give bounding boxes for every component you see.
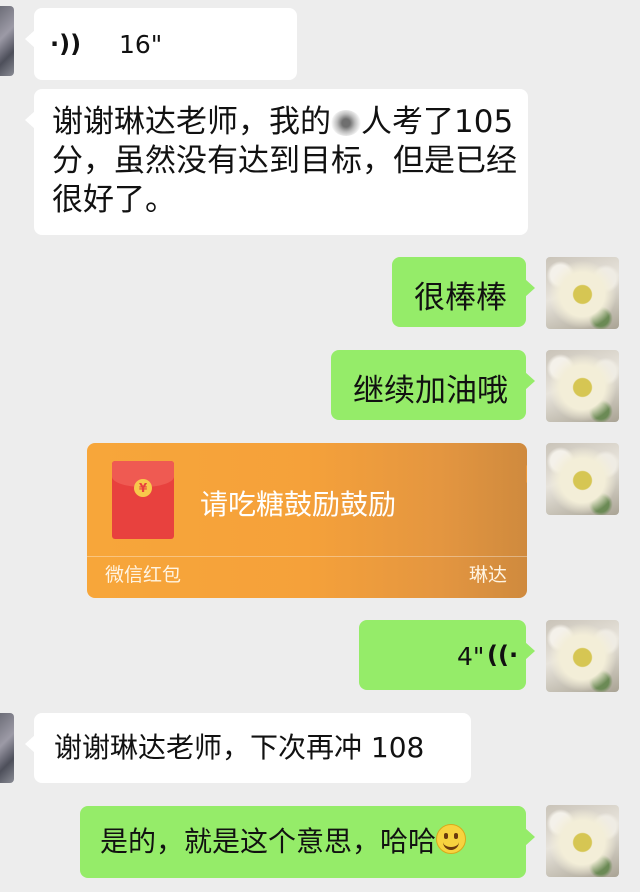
message-line: 很好了。 [52, 182, 176, 218]
contact-avatar[interactable] [0, 713, 14, 783]
message-text: 继续加油哦 [353, 373, 508, 409]
red-packet-card[interactable]: ¥ 请吃糖鼓励鼓励 微信红包 琳达 [87, 443, 527, 598]
voice-message-bubble[interactable]: ·)) 16" [25, 8, 297, 80]
voice-wave-icon: ·)) [50, 30, 82, 58]
text-message-bubble[interactable]: 很棒棒 [392, 257, 535, 327]
message-line: 分，虽然没有达到目标，但是已经 [52, 143, 517, 179]
text-message-bubble[interactable]: 继续加油哦 [331, 350, 535, 420]
self-avatar[interactable] [546, 350, 619, 422]
red-packet-greeting: 请吃糖鼓励鼓励 [200, 488, 397, 521]
voice-wave-icon: ((· [487, 641, 519, 669]
self-avatar[interactable] [546, 257, 619, 329]
text-message-bubble[interactable]: 谢谢琳达老师，下次再冲 108 [25, 713, 471, 783]
message-text: 是的，就是这个意思，哈哈 [100, 825, 437, 858]
self-avatar[interactable] [546, 620, 619, 692]
red-envelope-icon: ¥ [112, 461, 174, 539]
voice-message-bubble[interactable]: 4" ((· [359, 620, 535, 690]
message-text: 谢谢琳达老师，我的 [52, 104, 331, 140]
contact-avatar[interactable] [0, 6, 14, 76]
red-packet-brand: 微信红包 [105, 564, 182, 586]
self-avatar[interactable] [546, 805, 619, 877]
text-message-bubble[interactable]: 是的，就是这个意思，哈哈 [80, 806, 535, 878]
self-avatar[interactable] [546, 443, 619, 515]
voice-duration: 4" [457, 642, 485, 671]
blurred-redaction [331, 110, 361, 136]
voice-duration: 16" [119, 30, 163, 59]
message-text: 人考了105 [361, 104, 514, 140]
text-message-bubble[interactable]: 谢谢琳达老师，我的 人考了105 分，虽然没有达到目标，但是已经 很好了。 [25, 89, 528, 235]
message-line: 谢谢琳达老师，我的 人考了105 [52, 103, 514, 142]
smile-emoji-icon [436, 824, 467, 854]
message-text: 很棒棒 [414, 280, 507, 316]
message-text: 谢谢琳达老师，下次再冲 108 [54, 731, 425, 764]
red-packet-divider [87, 556, 527, 557]
red-packet-sender: 琳达 [468, 564, 507, 586]
